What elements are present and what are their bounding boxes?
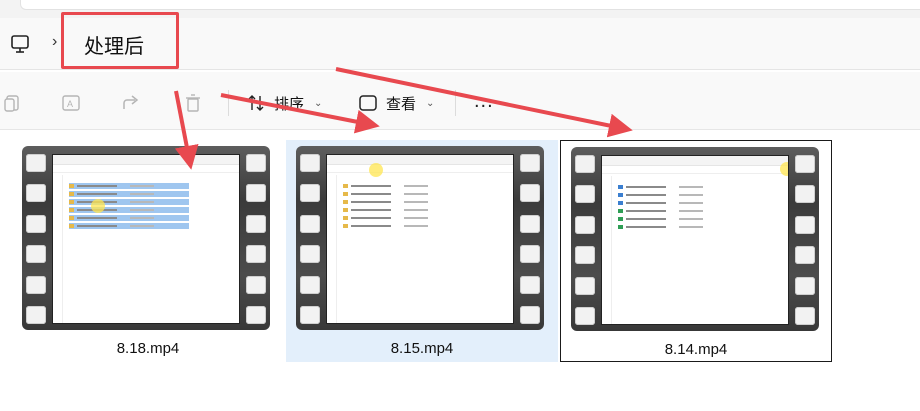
view-icon <box>359 95 377 111</box>
chevron-down-icon: ⌄ <box>426 97 435 109</box>
file-name[interactable]: 8.15.mp4 <box>286 340 558 357</box>
video-thumbnail-icon <box>22 146 270 330</box>
file-tile[interactable]: 8.14.mp4 <box>560 140 832 362</box>
view-label: 查看 <box>386 95 417 113</box>
command-bar: A 排序 ⌄ 查看 ⌄ ... <box>0 72 920 130</box>
chevron-right-icon: › <box>52 33 58 50</box>
pc-icon[interactable] <box>10 33 30 55</box>
svg-text:A: A <box>67 99 73 109</box>
window-tab[interactable] <box>20 0 920 10</box>
delete-icon[interactable] <box>182 92 204 114</box>
toolbar-divider <box>228 90 229 116</box>
rename-icon[interactable]: A <box>60 92 82 114</box>
file-name[interactable]: 8.14.mp4 <box>561 341 831 358</box>
copy-icon[interactable] <box>2 92 24 114</box>
sort-label: 排序 <box>274 95 305 113</box>
annotation-highlight-box <box>61 12 179 69</box>
file-tile[interactable]: 8.15.mp4 <box>286 140 558 362</box>
share-icon[interactable] <box>120 92 142 114</box>
file-name[interactable]: 8.18.mp4 <box>12 340 284 357</box>
toolbar-divider <box>455 90 456 116</box>
more-icon[interactable]: ... <box>474 91 494 111</box>
chevron-down-icon: ⌄ <box>314 97 323 109</box>
video-thumbnail-icon <box>571 147 819 331</box>
view-button[interactable]: 查看 ⌄ <box>358 92 434 114</box>
file-explorer-window: › 处理后 A 排序 ⌄ 查看 ⌄ ... 8.18.mp4 8.15.mp4 … <box>0 0 920 411</box>
sort-button[interactable]: 排序 ⌄ <box>246 92 322 114</box>
sort-icon <box>248 95 264 111</box>
file-tile[interactable]: 8.18.mp4 <box>12 140 284 362</box>
video-thumbnail-icon <box>296 146 544 330</box>
